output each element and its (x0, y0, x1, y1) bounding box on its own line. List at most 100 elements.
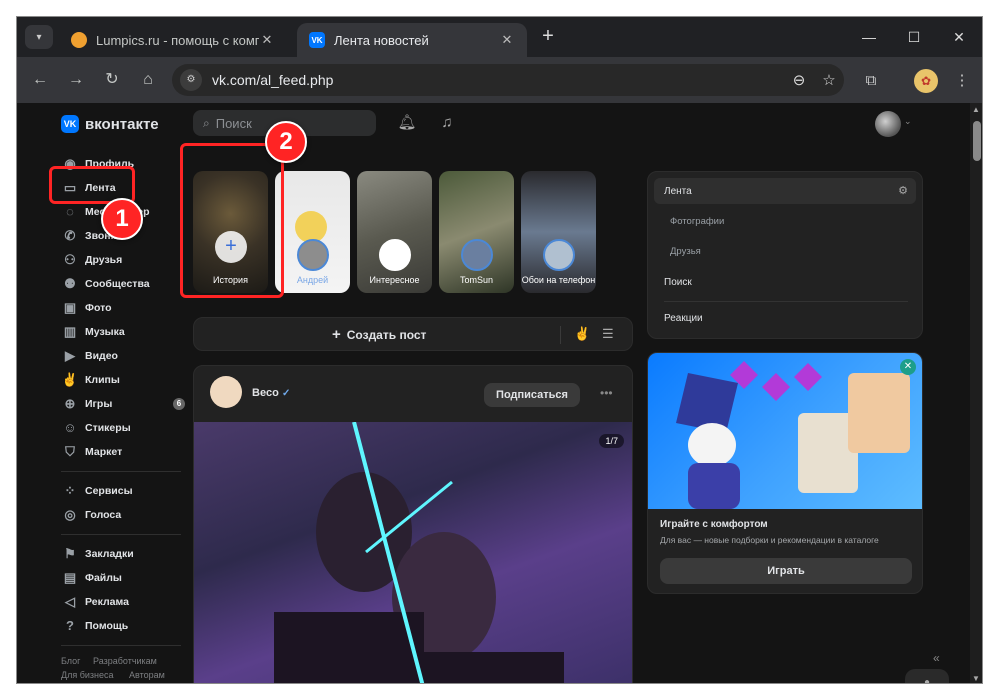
sidebar-item-bookmarks[interactable]: ⚑ Закладки (61, 543, 185, 565)
bookmark-star-icon[interactable]: ☆ (814, 71, 844, 89)
footer-link-business[interactable]: Для бизнеса (61, 670, 114, 680)
promo-close-icon[interactable]: ✕ (900, 359, 916, 375)
promo-description: Для вас — новые подборки и рекомендации … (660, 535, 879, 545)
sticker-icon: ☺ (63, 420, 77, 435)
sidebar-item-market[interactable]: ⛉ Маркет (61, 441, 185, 463)
reload-icon: ↻ (105, 71, 119, 88)
footer-link-blog[interactable]: Блог (61, 656, 80, 666)
scroll-down-icon[interactable]: ▼ (972, 674, 980, 683)
votes-icon: ◎ (64, 507, 76, 522)
search-placeholder: Поиск (215, 115, 252, 131)
post-photo[interactable]: 1/7 (194, 421, 632, 683)
annotation-number-2: 2 (265, 121, 307, 163)
close-window-button[interactable]: ✕ (937, 25, 981, 49)
tab-lumpics[interactable]: Lumpics.ru - помощь с компь ✕ (59, 23, 287, 57)
subscribe-button[interactable]: Подписаться (484, 383, 580, 407)
sidebar-item-stickers[interactable]: ☺ Стикеры (61, 417, 185, 439)
photo-counter: 1/7 (599, 434, 624, 448)
story-interesting[interactable]: Интересное (357, 171, 432, 293)
extensions-icon[interactable]: ⧉ (859, 69, 883, 93)
vk-logo-icon: VK (61, 115, 79, 133)
page-scrollbar[interactable]: ▲ ▼ (970, 103, 982, 683)
forward-button[interactable]: → (65, 69, 87, 91)
create-post-bar[interactable]: + Создать пост ✌ ☰ (193, 317, 633, 351)
story-andrey[interactable]: Андрей (275, 171, 350, 293)
footer-link-authors[interactable]: Авторам (129, 670, 165, 680)
lumpics-favicon-icon (71, 32, 87, 48)
filter-item-reactions[interactable]: Реакции (654, 305, 916, 331)
promo-title: Играйте с комфортом (660, 519, 768, 530)
browser-profile-avatar[interactable]: ✿ (914, 69, 938, 93)
sidebar-item-label: Игры (85, 398, 113, 410)
tab-close-icon[interactable]: ✕ (259, 32, 275, 48)
new-tab-button[interactable]: + (537, 26, 559, 48)
play-button[interactable]: Играть (660, 558, 912, 584)
more-options-icon[interactable]: ••• (600, 386, 613, 400)
tab-title: Lumpics.ru - помощь с компь (96, 32, 259, 48)
sidebar-item-label: Реклама (85, 596, 129, 608)
filter-item-feed[interactable]: Лента ⚙ (654, 178, 916, 204)
sidebar-item-label: Маркет (85, 446, 123, 458)
games-promo-card: ✕ Играйте с комфортом Для вас — новые по… (647, 352, 923, 594)
sort-icon[interactable]: ☰ (602, 326, 614, 342)
sidebar-item-label: Фото (85, 302, 112, 314)
story-tomsun[interactable]: TomSun (439, 171, 514, 293)
back-button[interactable]: ← (29, 69, 51, 91)
sidebar-item-photos[interactable]: ▣ Фото (61, 297, 185, 319)
minimize-button[interactable]: — (847, 25, 891, 49)
reload-button[interactable]: ↻ (101, 69, 123, 91)
sidebar-item-label: Стикеры (85, 422, 131, 434)
tab-close-icon[interactable]: ✕ (499, 32, 515, 48)
sidebar-item-services[interactable]: ⁘ Сервисы (61, 480, 185, 502)
filter-item-friends[interactable]: Друзья (654, 238, 916, 264)
filter-item-search[interactable]: Поиск (654, 269, 916, 295)
promo-illustration[interactable] (648, 353, 922, 509)
story-avatar (461, 239, 493, 271)
sidebar-item-friends[interactable]: ⚇ Друзья (61, 249, 185, 271)
sidebar-item-help[interactable]: ? Помощь (61, 615, 185, 637)
sidebar-item-label: Сообщества (85, 278, 150, 290)
collapse-chevrons-icon[interactable]: « (933, 651, 940, 665)
scroll-up-icon[interactable]: ▲ (972, 105, 980, 114)
sidebar-item-communities[interactable]: ⚉ Сообщества (61, 273, 185, 295)
menu-divider (664, 301, 908, 302)
arrow-left-icon: ← (32, 71, 48, 88)
sidebar-item-label: Закладки (85, 548, 134, 560)
scrollbar-thumb[interactable] (973, 121, 981, 161)
footer-link-developers[interactable]: Разработчикам (93, 656, 157, 666)
sidebar-item-votes[interactable]: ◎ Голоса (61, 504, 185, 526)
sidebar-item-music[interactable]: ▥ Музыка (61, 321, 185, 343)
maximize-button[interactable]: ☐ (892, 25, 936, 49)
market-icon: ⛉ (65, 444, 75, 459)
url-text[interactable]: vk.com/al_feed.php (212, 72, 784, 88)
vk-logo[interactable]: VK вконтакте (61, 115, 159, 133)
chevron-down-icon: ▾ (36, 31, 42, 43)
site-info-icon[interactable]: ⚙ (180, 69, 202, 91)
menu-dots-icon[interactable]: ⋮ (950, 69, 974, 93)
clips-icon[interactable]: ✌ (574, 326, 590, 342)
sidebar-item-clips[interactable]: ✌ Клипы (61, 369, 185, 391)
story-wallpapers[interactable]: Обои на телефон (521, 171, 596, 293)
divider (560, 326, 561, 344)
chevron-down-icon[interactable]: ⌄ (904, 116, 912, 127)
music-note-icon[interactable]: ♫ (436, 112, 458, 134)
sidebar-item-ads[interactable]: ◁ Реклама (61, 591, 185, 613)
user-avatar[interactable] (875, 111, 901, 137)
bell-icon[interactable]: 🔔︎ (396, 112, 418, 134)
tab-search-button[interactable]: ▾ (25, 25, 53, 49)
tab-vk-feed[interactable]: VK Лента новостей ✕ (297, 23, 527, 57)
create-post-button[interactable]: + Создать пост (332, 326, 426, 343)
post-author-name[interactable]: Beco ✓ (252, 387, 290, 399)
sidebar-item-video[interactable]: ▶ Видео (61, 345, 185, 367)
post-author-avatar[interactable] (210, 376, 242, 408)
home-button[interactable]: ⌂ (137, 69, 159, 91)
file-icon: ▤ (63, 570, 77, 585)
zoom-icon[interactable]: ⊖ (784, 71, 814, 89)
chat-bubble-button[interactable]: ● (905, 669, 949, 683)
address-bar[interactable]: ⚙ vk.com/al_feed.php ⊖ ☆ (172, 64, 844, 96)
filter-item-photos[interactable]: Фотографии (654, 208, 916, 234)
sidebar-item-games[interactable]: ⊕ Игры 6 (61, 393, 185, 415)
sidebar-item-label: Музыка (85, 326, 125, 338)
sidebar-item-files[interactable]: ▤ Файлы (61, 567, 185, 589)
settings-sliders-icon[interactable]: ⚙ (898, 184, 908, 197)
